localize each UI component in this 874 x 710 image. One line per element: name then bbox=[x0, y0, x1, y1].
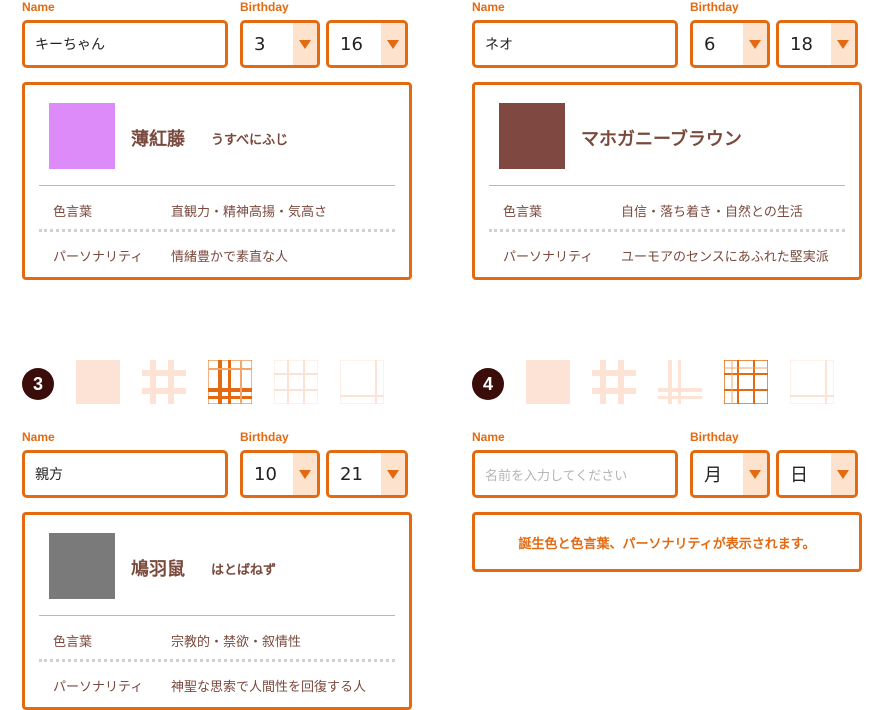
color-reading: はとばねず bbox=[211, 563, 277, 578]
thin-grid-pattern-icon[interactable] bbox=[273, 359, 319, 405]
month-value: 月 bbox=[704, 465, 722, 486]
pattern-row-4: 4 bbox=[472, 359, 852, 406]
divider bbox=[39, 615, 395, 616]
color-name: 鳩羽鼠 bbox=[131, 559, 185, 580]
corner-lines-pattern-icon[interactable] bbox=[789, 359, 835, 405]
color-swatch bbox=[49, 533, 115, 599]
day-value: 16 bbox=[340, 33, 363, 55]
pattern-row-3: 3 bbox=[22, 359, 402, 406]
chevron-down-icon bbox=[831, 23, 855, 65]
name-input[interactable]: キーちゃん bbox=[22, 20, 228, 68]
color-swatch bbox=[49, 103, 115, 169]
kotoba-value: 自信・落ち着き・自然との生活 bbox=[621, 205, 803, 220]
name-label: Name bbox=[472, 430, 505, 444]
bold-plaid-pattern-icon[interactable] bbox=[658, 360, 702, 404]
name-input[interactable]: 親方 bbox=[22, 450, 228, 498]
chevron-down-icon bbox=[381, 23, 405, 65]
day-value: 18 bbox=[790, 33, 813, 55]
empty-result-message: 誕生色と色言葉、パーソナリティが表示されます。 bbox=[472, 512, 862, 572]
kotoba-value: 宗教的・禁欲・叙情性 bbox=[171, 635, 302, 650]
month-select[interactable]: 10 bbox=[240, 450, 320, 498]
birthday-label: Birthday bbox=[240, 0, 289, 14]
month-select[interactable]: 6 bbox=[690, 20, 770, 68]
name-label: Name bbox=[472, 0, 505, 14]
day-select[interactable]: 18 bbox=[776, 20, 858, 68]
chevron-down-icon bbox=[293, 23, 317, 65]
month-value: 10 bbox=[254, 463, 277, 485]
result-card: マホガニーブラウン 色言葉 自信・落ち着き・自然との生活 パーソナリティ ユーモ… bbox=[472, 82, 862, 280]
kotoba-label: 色言葉 bbox=[503, 205, 543, 220]
month-select[interactable]: 月 bbox=[690, 450, 770, 498]
birthday-label: Birthday bbox=[690, 430, 739, 444]
color-reading: うすべにふじ bbox=[211, 133, 289, 148]
thin-grid-pattern-icon[interactable] bbox=[723, 359, 769, 405]
dotted-divider bbox=[39, 659, 395, 662]
month-select[interactable]: 3 bbox=[240, 20, 320, 68]
divider bbox=[489, 185, 845, 186]
dotted-divider bbox=[39, 229, 395, 232]
solid-pattern-icon[interactable] bbox=[76, 360, 120, 404]
day-value: 日 bbox=[790, 465, 808, 486]
chevron-down-icon bbox=[293, 453, 317, 495]
color-swatch bbox=[499, 103, 565, 169]
birthday-label: Birthday bbox=[240, 430, 289, 444]
personality-value: 情緒豊かで素直な人 bbox=[171, 250, 289, 265]
kotoba-label: 色言葉 bbox=[53, 205, 93, 220]
corner-lines-pattern-icon[interactable] bbox=[339, 359, 385, 405]
name-input[interactable]: ネオ bbox=[472, 20, 678, 68]
result-card: 薄紅藤 うすべにふじ 色言葉 直観力・精神高揚・気高さ パーソナリティ 情緒豊か… bbox=[22, 82, 412, 280]
color-name: 薄紅藤 bbox=[131, 129, 185, 150]
chevron-down-icon bbox=[743, 23, 767, 65]
name-label: Name bbox=[22, 0, 55, 14]
personality-label: パーソナリティ bbox=[53, 680, 144, 695]
name-input[interactable]: 名前を入力してください bbox=[472, 450, 678, 498]
personality-label: パーソナリティ bbox=[503, 250, 594, 265]
chevron-down-icon bbox=[831, 453, 855, 495]
chevron-down-icon bbox=[743, 453, 767, 495]
personality-label: パーソナリティ bbox=[53, 250, 144, 265]
month-value: 3 bbox=[254, 33, 266, 55]
name-label: Name bbox=[22, 430, 55, 444]
light-plaid-pattern-icon[interactable] bbox=[142, 360, 186, 404]
color-name: マホガニーブラウン bbox=[581, 129, 742, 150]
chevron-down-icon bbox=[381, 453, 405, 495]
day-select[interactable]: 21 bbox=[326, 450, 408, 498]
personality-value: 神聖な思索で人間性を回復する人 bbox=[171, 680, 367, 695]
result-card: 鳩羽鼠 はとばねず 色言葉 宗教的・禁欲・叙情性 パーソナリティ 神聖な思索で人… bbox=[22, 512, 412, 710]
bold-plaid-pattern-icon[interactable] bbox=[207, 359, 253, 405]
day-select[interactable]: 日 bbox=[776, 450, 858, 498]
kotoba-value: 直観力・精神高揚・気高さ bbox=[171, 205, 328, 220]
step-number-badge: 3 bbox=[22, 368, 54, 400]
personality-value: ユーモアのセンスにあふれた堅実派 bbox=[621, 250, 829, 265]
kotoba-label: 色言葉 bbox=[53, 635, 93, 650]
day-select[interactable]: 16 bbox=[326, 20, 408, 68]
step-number-badge: 4 bbox=[472, 368, 504, 400]
birthday-label: Birthday bbox=[690, 0, 739, 14]
light-plaid-pattern-icon[interactable] bbox=[592, 360, 636, 404]
divider bbox=[39, 185, 395, 186]
month-value: 6 bbox=[704, 33, 716, 55]
dotted-divider bbox=[489, 229, 845, 232]
solid-pattern-icon[interactable] bbox=[526, 360, 570, 404]
day-value: 21 bbox=[340, 463, 363, 485]
